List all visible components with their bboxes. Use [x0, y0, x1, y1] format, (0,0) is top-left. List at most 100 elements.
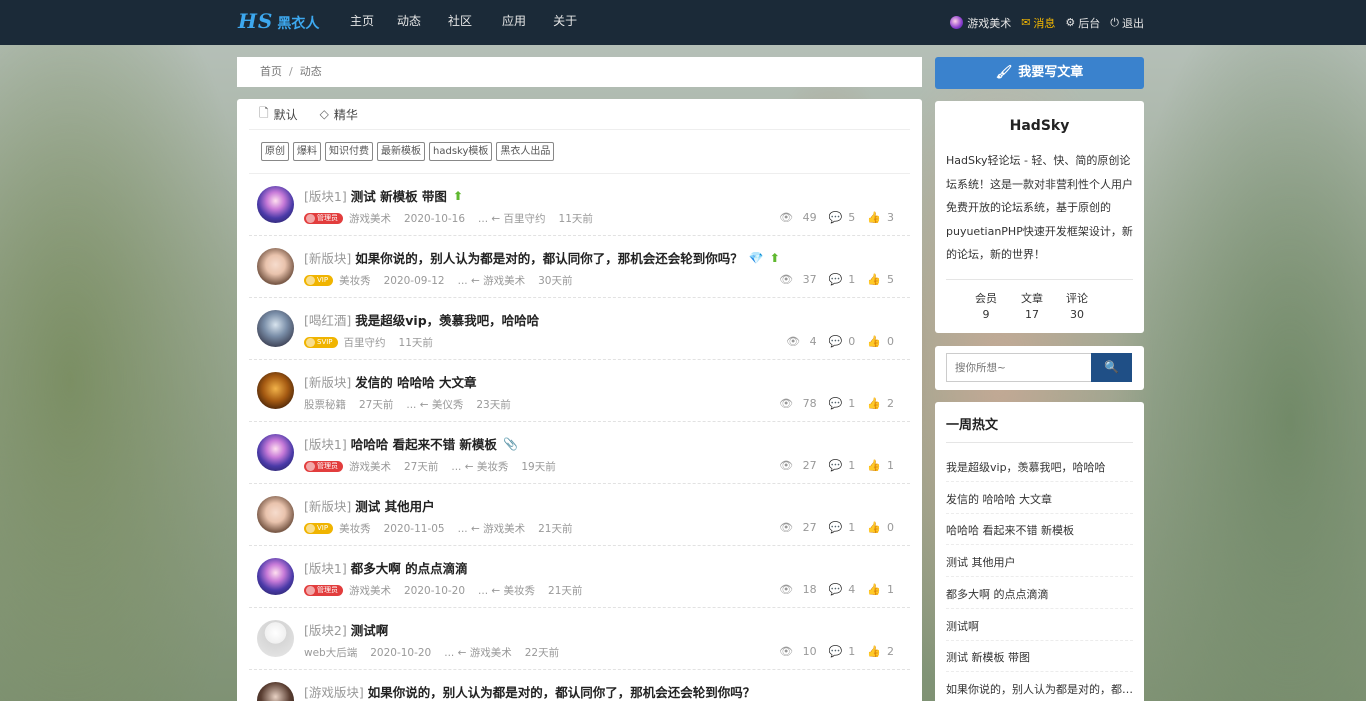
admin-link[interactable]: ⚙ 后台 [1065, 15, 1100, 31]
post-item[interactable]: [新版块] 发信的 哈哈哈 大文章 股票秘籍 27天前 ... ← 美仪秀 23天前 👁 7… [249, 360, 910, 422]
author-avatar[interactable] [257, 310, 294, 347]
last-reply[interactable]: ... ← 游戏美术 [458, 273, 526, 288]
nav-apps[interactable]: 应用 [502, 0, 526, 45]
post-author[interactable]: web大后端 [304, 645, 357, 660]
write-article-button[interactable]: 🖌 我要写文章 [935, 57, 1144, 89]
post-plate[interactable]: [版块2] [304, 620, 347, 639]
messages-link[interactable]: ✉ 消息 [1021, 15, 1055, 31]
post-title-row[interactable]: [版块2] 测试啊 [304, 620, 388, 639]
post-title-row[interactable]: [喝红酒] 我是超级vip，羡慕我吧，哈哈哈 [304, 310, 539, 329]
like-count: 👍 3 [861, 211, 894, 224]
search-button[interactable]: 🔍 [1091, 353, 1132, 382]
post-item[interactable]: [版块1] 测试 新模板 带图 ⬆ 管理员 游戏美术 2020-10-16 ... ← 百里… [249, 174, 910, 236]
last-reply[interactable]: ... ← 美妆秀 [478, 583, 535, 598]
post-author[interactable]: 游戏美术 [349, 583, 391, 598]
site-logo[interactable]: HS 黑衣人 [238, 9, 319, 33]
user-profile-link[interactable]: 游戏美术 [950, 15, 1011, 31]
hot-article-link[interactable]: 哈哈哈 看起来不错 新模板 [946, 522, 1133, 538]
last-reply[interactable]: ... ← 百里守约 [478, 211, 546, 226]
search-input[interactable] [946, 353, 1092, 382]
tag-heiyiren[interactable]: 黑衣人出品 [496, 142, 555, 161]
post-item[interactable]: [喝红酒] 我是超级vip，羡慕我吧，哈哈哈 SVIP 百里守约 11天前 👁 4 💬 0 👍 0 [249, 298, 910, 360]
post-author[interactable]: 美妆秀 [339, 521, 371, 536]
post-plate[interactable]: [新版块] [304, 248, 351, 267]
post-item[interactable]: [新版块] 如果你说的，别人认为都是对的，都认同你了，那机会还会轮到你吗？ 💎 ⬆ VI… [249, 236, 910, 298]
hot-article-link[interactable]: 如果你说的，别人认为都是对的，都认同你了，那机会还会轮到你吗？ [946, 681, 1133, 697]
post-item[interactable]: [游戏版块] 如果你说的，别人认为都是对的，都认同你了，那机会还会轮到你吗？ [249, 670, 910, 701]
last-reply[interactable]: ... ← 游戏美术 [444, 645, 512, 660]
post-title-row[interactable]: [游戏版块] 如果你说的，别人认为都是对的，都认同你了，那机会还会轮到你吗？ [304, 682, 755, 701]
nav-feed[interactable]: 动态 [397, 0, 421, 45]
hot-article-link[interactable]: 发信的 哈哈哈 大文章 [946, 491, 1133, 507]
stat-comments-value: 30 [1070, 308, 1084, 321]
tag-original[interactable]: 原创 [261, 142, 289, 161]
post-title[interactable]: 都多大啊 的点点滴滴 [351, 558, 468, 577]
post-plate[interactable]: [新版块] [304, 372, 351, 391]
last-reply[interactable]: ... ← 美妆秀 [451, 459, 508, 474]
post-plate[interactable]: [版块1] [304, 186, 347, 205]
tag-scoop[interactable]: 爆料 [293, 142, 321, 161]
comment-icon: 💬 [828, 397, 843, 410]
post-item[interactable]: [新版块] 测试 其他用户 VIP 美妆秀 2020-11-05 ... ← 游戏美术 21… [249, 484, 910, 546]
post-title[interactable]: 如果你说的，别人认为都是对的，都认同你了，那机会还会轮到你吗？ [355, 248, 743, 267]
hot-article-link[interactable]: 都多大啊 的点点滴滴 [946, 586, 1133, 602]
post-title[interactable]: 我是超级vip，羡慕我吧，哈哈哈 [355, 310, 539, 329]
author-avatar[interactable] [257, 620, 294, 657]
hot-article-link[interactable]: 测试 新模板 带图 [946, 649, 1133, 665]
post-item[interactable]: [版块1] 哈哈哈 看起来不错 新模板 📎 管理员 游戏美术 27天前 ... ← 美妆秀 1… [249, 422, 910, 484]
post-item[interactable]: [版块1] 都多大啊 的点点滴滴 管理员 游戏美术 2020-10-20 ... ← 美妆… [249, 546, 910, 608]
comment-count: 💬 4 [823, 583, 856, 596]
last-reply[interactable]: ... ← 美仪秀 [406, 397, 463, 412]
post-title-row[interactable]: [新版块] 测试 其他用户 [304, 496, 435, 515]
hot-article-link[interactable]: 我是超级vip，羡慕我吧，哈哈哈 [946, 459, 1133, 475]
tag-hadsky-template[interactable]: hadsky模板 [429, 142, 493, 161]
post-title[interactable]: 测试 其他用户 [355, 496, 434, 515]
author-avatar[interactable] [257, 434, 294, 471]
nav-community[interactable]: 社区 [448, 0, 472, 45]
post-author[interactable]: 游戏美术 [349, 211, 391, 226]
post-title-row[interactable]: [新版块] 发信的 哈哈哈 大文章 [304, 372, 476, 391]
post-title[interactable]: 哈哈哈 看起来不错 新模板 [351, 434, 497, 453]
eye-icon: 👁 [779, 459, 794, 472]
nav-home[interactable]: 主页 [350, 0, 374, 45]
post-author[interactable]: 百里守约 [344, 335, 386, 350]
post-title-row[interactable]: [版块1] 测试 新模板 带图 ⬆ [304, 186, 463, 205]
hot-article-link[interactable]: 测试 其他用户 [946, 554, 1133, 570]
tab-default[interactable]: 🗋 默认 [259, 104, 298, 125]
author-avatar[interactable] [257, 186, 294, 223]
post-title[interactable]: 测试啊 [351, 620, 389, 639]
post-title-row[interactable]: [版块1] 哈哈哈 看起来不错 新模板 📎 [304, 434, 518, 453]
post-author[interactable]: 股票秘籍 [304, 397, 346, 412]
hot-article-link[interactable]: 测试啊 [946, 618, 1133, 634]
tag-latest-template[interactable]: 最新模板 [377, 142, 425, 161]
tag-paid[interactable]: 知识付费 [325, 142, 373, 161]
author-avatar[interactable] [257, 248, 294, 285]
post-plate[interactable]: [新版块] [304, 496, 351, 515]
logout-link[interactable]: ⏻ 退出 [1110, 15, 1144, 31]
last-reply[interactable]: ... ← 游戏美术 [458, 521, 526, 536]
author-avatar[interactable] [257, 682, 294, 701]
author-avatar[interactable] [257, 372, 294, 409]
post-plate[interactable]: [游戏版块] [304, 682, 364, 701]
view-count-value: 27 [802, 521, 817, 534]
author-avatar[interactable] [257, 558, 294, 595]
post-plate[interactable]: [版块1] [304, 434, 347, 453]
breadcrumb-home[interactable]: 首页 [260, 65, 282, 78]
post-author[interactable]: 美妆秀 [339, 273, 371, 288]
post-plate[interactable]: [版块1] [304, 558, 347, 577]
author-avatar[interactable] [257, 496, 294, 533]
post-plate[interactable]: [喝红酒] [304, 310, 351, 329]
post-title[interactable]: 发信的 哈哈哈 大文章 [355, 372, 476, 391]
post-title[interactable]: 如果你说的，别人认为都是对的，都认同你了，那机会还会轮到你吗？ [368, 682, 756, 701]
post-title-row[interactable]: [版块1] 都多大啊 的点点滴滴 [304, 558, 468, 577]
post-date: 2020-10-16 [404, 212, 466, 225]
post-item[interactable]: [版块2] 测试啊 web大后端 2020-10-20 ... ← 游戏美术 22天前 👁 … [249, 608, 910, 670]
post-title-row[interactable]: [新版块] 如果你说的，别人认为都是对的，都认同你了，那机会还会轮到你吗？ 💎 ⬆ [304, 248, 780, 267]
comment-icon: 💬 [828, 211, 843, 224]
post-author[interactable]: 游戏美术 [349, 459, 391, 474]
tab-featured[interactable]: ◇ 精华 [320, 106, 358, 123]
nav-about[interactable]: 关于 [553, 0, 577, 45]
post-meta: 股票秘籍 27天前 ... ← 美仪秀 23天前 [304, 397, 524, 412]
post-title[interactable]: 测试 新模板 带图 [351, 186, 447, 205]
stat-members: 会员 9 [971, 291, 1001, 323]
